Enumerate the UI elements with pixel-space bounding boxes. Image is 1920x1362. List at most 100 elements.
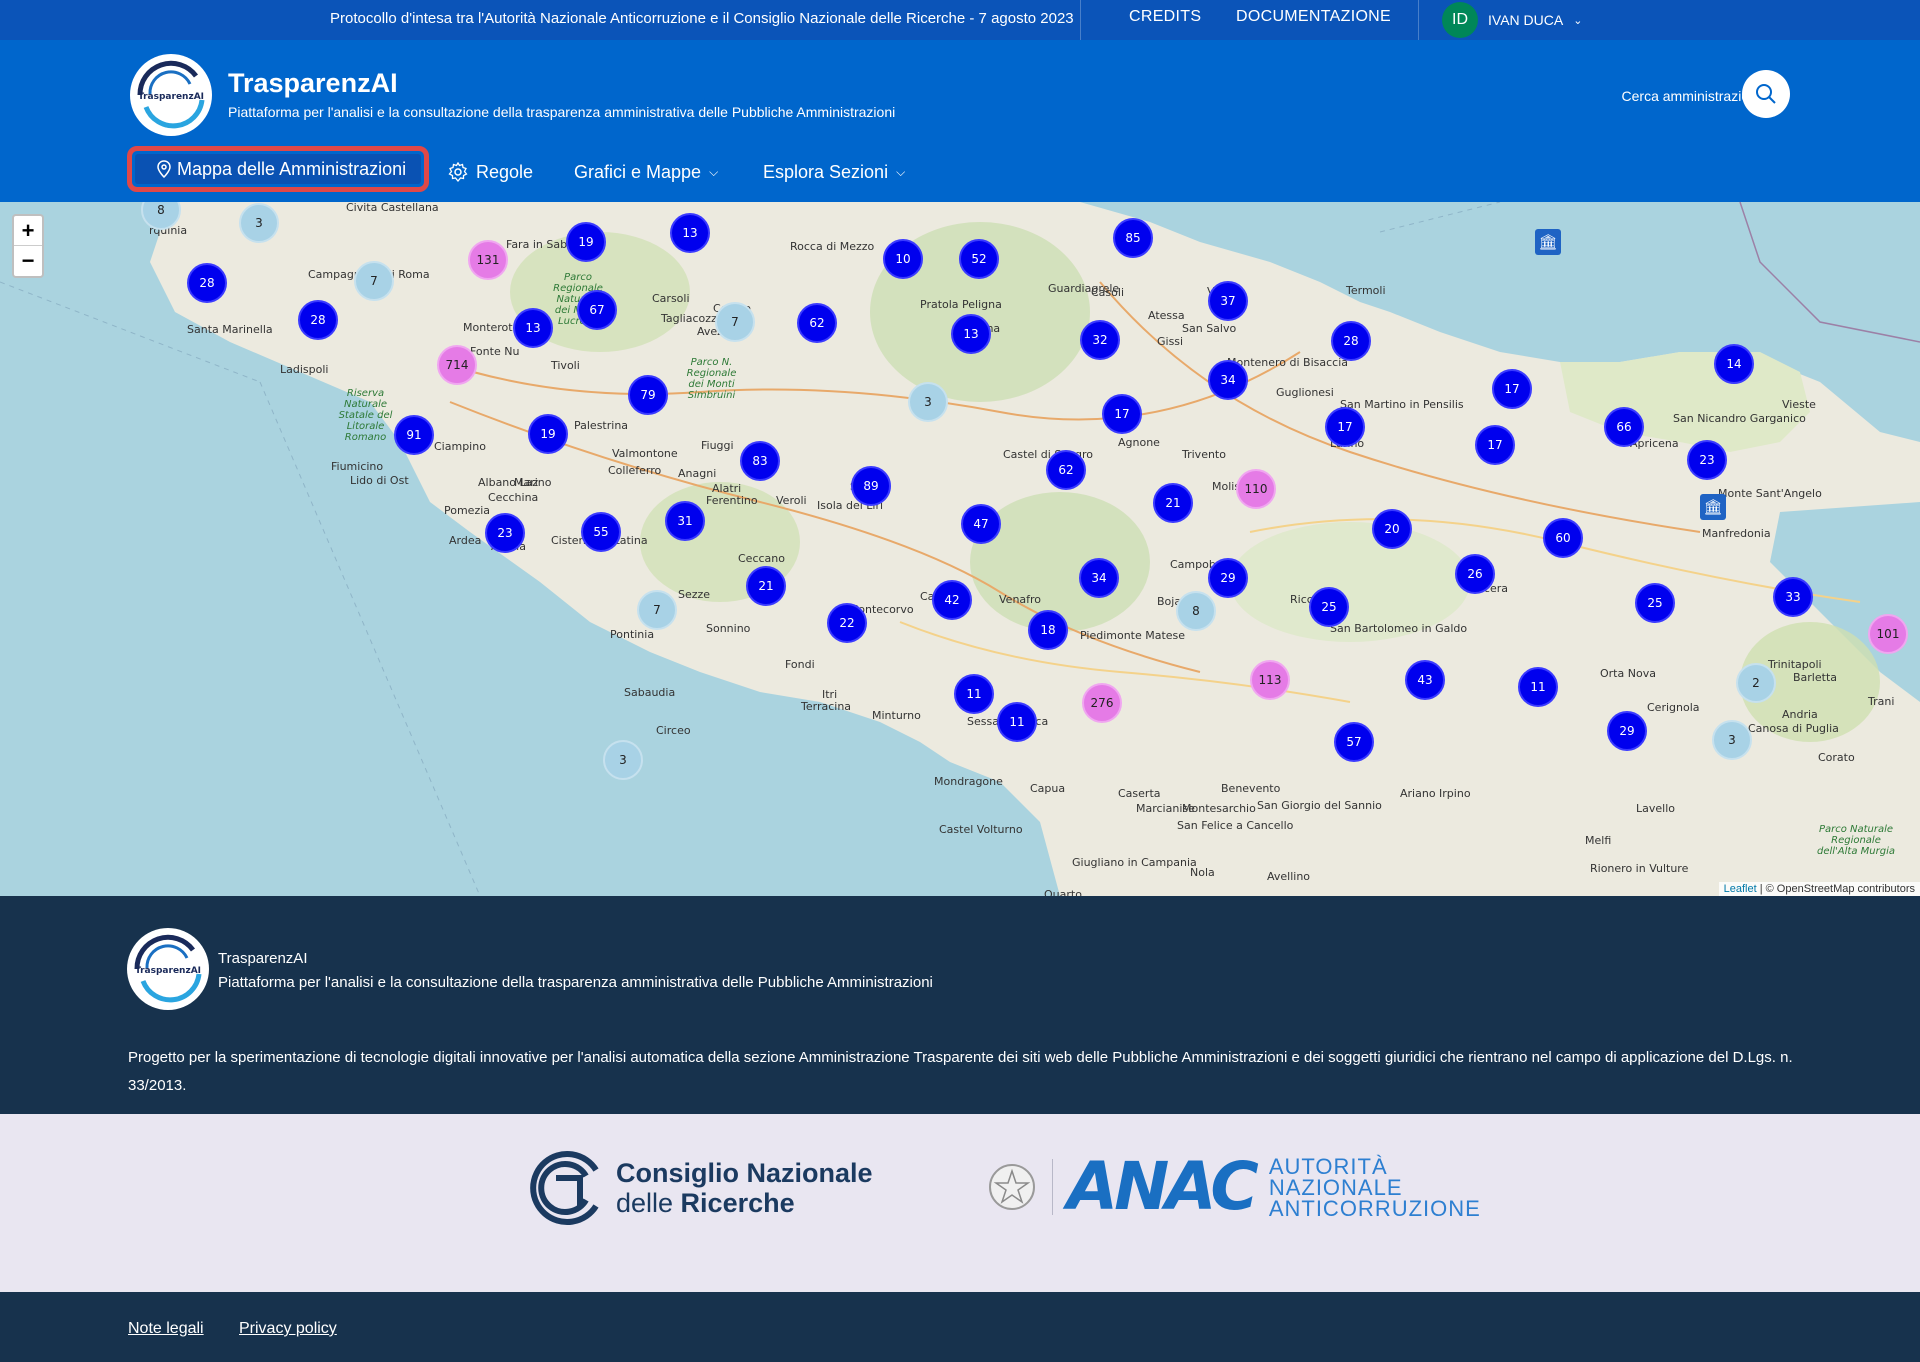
map-cluster[interactable]: 11: [1518, 667, 1558, 707]
map-place-label: Manfredonia: [1702, 527, 1771, 540]
documentation-link[interactable]: DOCUMENTAZIONE: [1236, 8, 1391, 26]
map-cluster[interactable]: 66: [1604, 407, 1644, 447]
map-place-label: Cerignola: [1647, 701, 1700, 714]
search-button[interactable]: [1742, 70, 1790, 118]
map-cluster[interactable]: 17: [1492, 369, 1532, 409]
map-cluster[interactable]: 11: [954, 674, 994, 714]
map-cluster[interactable]: 13: [513, 308, 553, 348]
map-place-label: Agnone: [1118, 436, 1160, 449]
map-cluster[interactable]: 14: [1714, 344, 1754, 384]
map-cluster[interactable]: 3: [239, 203, 279, 243]
note-legali-link[interactable]: Note legali: [128, 1320, 204, 1338]
map-cluster[interactable]: 11: [997, 702, 1037, 742]
map-cluster[interactable]: 52: [959, 239, 999, 279]
map-cluster[interactable]: 62: [1046, 450, 1086, 490]
nav-item-regole[interactable]: Regole: [448, 155, 533, 189]
map-cluster[interactable]: 3: [908, 382, 948, 422]
map-cluster[interactable]: 22: [827, 603, 867, 643]
map-place-label: Guglionesi: [1276, 386, 1334, 399]
anac-logo[interactable]: ANAC AUTORITÀ NAZIONALE ANTICORRUZIONE: [986, 1154, 1481, 1220]
map-cluster[interactable]: 131: [468, 240, 508, 280]
map-cluster[interactable]: 113: [1250, 660, 1290, 700]
zoom-out-button[interactable]: −: [14, 246, 42, 276]
map-cluster[interactable]: 23: [1687, 440, 1727, 480]
privacy-policy-link[interactable]: Privacy policy: [239, 1320, 337, 1338]
institution-marker-icon[interactable]: 🏛: [1700, 494, 1726, 520]
map-cluster[interactable]: 28: [298, 300, 338, 340]
map-cluster[interactable]: 714: [437, 345, 477, 385]
map-cluster[interactable]: 91: [394, 415, 434, 455]
protocol-notice: Protocollo d'intesa tra l'Autorità Nazio…: [330, 10, 1074, 27]
map-place-label: Marino: [514, 476, 552, 489]
map-cluster[interactable]: 29: [1607, 711, 1647, 751]
map-place-label: Vieste: [1782, 398, 1816, 411]
map-cluster[interactable]: 25: [1635, 583, 1675, 623]
map-place-label: Rionero in Vulture: [1590, 862, 1689, 875]
map-cluster[interactable]: 17: [1475, 425, 1515, 465]
map-cluster[interactable]: 13: [670, 213, 710, 253]
map-cluster[interactable]: 79: [628, 375, 668, 415]
nav-item-mappa[interactable]: Mappa delle Amministrazioni: [135, 154, 421, 184]
map-cluster[interactable]: 21: [746, 566, 786, 606]
map-cluster[interactable]: 3: [603, 740, 643, 780]
map-cluster[interactable]: 26: [1455, 554, 1495, 594]
map-cluster[interactable]: 62: [797, 303, 837, 343]
map-cluster[interactable]: 42: [932, 580, 972, 620]
map-cluster[interactable]: 7: [715, 302, 755, 342]
nav-item-esplora[interactable]: Esplora Sezioni ⌵: [763, 155, 905, 189]
user-menu[interactable]: ID IVAN DUCA ⌄: [1442, 2, 1582, 38]
map-cluster[interactable]: 7: [637, 590, 677, 630]
map-cluster[interactable]: 18: [1028, 610, 1068, 650]
map-cluster[interactable]: 60: [1543, 518, 1583, 558]
cnr-logo[interactable]: Consiglio Nazionale delle Ricerche: [526, 1150, 873, 1226]
footer-title: TrasparenzAI: [218, 950, 308, 967]
map-cluster[interactable]: 89: [851, 466, 891, 506]
map-cluster[interactable]: 7: [354, 261, 394, 301]
map-cluster[interactable]: 17: [1325, 407, 1365, 447]
map-cluster[interactable]: 19: [566, 222, 606, 262]
map-cluster[interactable]: 33: [1773, 577, 1813, 617]
map-cluster[interactable]: 34: [1079, 558, 1119, 598]
map-place-label: Lavello: [1636, 802, 1675, 815]
site-title[interactable]: TrasparenzAI: [228, 68, 398, 99]
map-cluster[interactable]: 28: [1331, 321, 1371, 361]
map-cluster[interactable]: 101: [1868, 614, 1908, 654]
map-cluster[interactable]: 37: [1208, 281, 1248, 321]
map-cluster[interactable]: 67: [577, 290, 617, 330]
map-place-label: Valmontone: [612, 447, 678, 460]
administrations-map[interactable]: + − rquinia Civita Castellana Fara in Sabi…: [0, 202, 1920, 896]
map-cluster[interactable]: 43: [1405, 660, 1445, 700]
map-cluster[interactable]: 57: [1334, 722, 1374, 762]
map-cluster[interactable]: 10: [883, 239, 923, 279]
map-cluster[interactable]: 34: [1208, 360, 1248, 400]
map-cluster[interactable]: 55: [581, 512, 621, 552]
map-cluster[interactable]: 31: [665, 501, 705, 541]
map-cluster[interactable]: 85: [1113, 218, 1153, 258]
map-cluster[interactable]: 23: [485, 513, 525, 553]
map-cluster[interactable]: 2: [1736, 663, 1776, 703]
divider: [1080, 0, 1081, 40]
map-cluster[interactable]: 20: [1372, 509, 1412, 549]
map-cluster[interactable]: 17: [1102, 394, 1142, 434]
map-cluster[interactable]: 25: [1309, 587, 1349, 627]
map-cluster[interactable]: 19: [528, 414, 568, 454]
map-cluster[interactable]: 29: [1208, 558, 1248, 598]
map-cluster[interactable]: 32: [1080, 320, 1120, 360]
map-cluster[interactable]: 28: [187, 263, 227, 303]
map-cluster[interactable]: 47: [961, 504, 1001, 544]
map-cluster[interactable]: 83: [740, 441, 780, 481]
institution-marker-icon[interactable]: 🏛: [1535, 229, 1561, 255]
map-cluster[interactable]: 8: [1176, 591, 1216, 631]
site-logo[interactable]: TrasparenzAI: [130, 54, 212, 136]
map-cluster[interactable]: 13: [951, 314, 991, 354]
map-cluster[interactable]: 3: [1712, 720, 1752, 760]
credits-link[interactable]: CREDITS: [1129, 8, 1201, 26]
map-place-label: Castel Volturno: [939, 823, 1023, 836]
map-cluster[interactable]: 21: [1153, 483, 1193, 523]
zoom-in-button[interactable]: +: [14, 216, 42, 246]
map-cluster[interactable]: 110: [1236, 469, 1276, 509]
leaflet-link[interactable]: Leaflet: [1724, 883, 1757, 895]
map-place-label: Montenero di Bisaccia: [1227, 356, 1349, 369]
nav-item-grafici[interactable]: Grafici e Mappe ⌵: [574, 155, 718, 189]
map-cluster[interactable]: 276: [1082, 683, 1122, 723]
